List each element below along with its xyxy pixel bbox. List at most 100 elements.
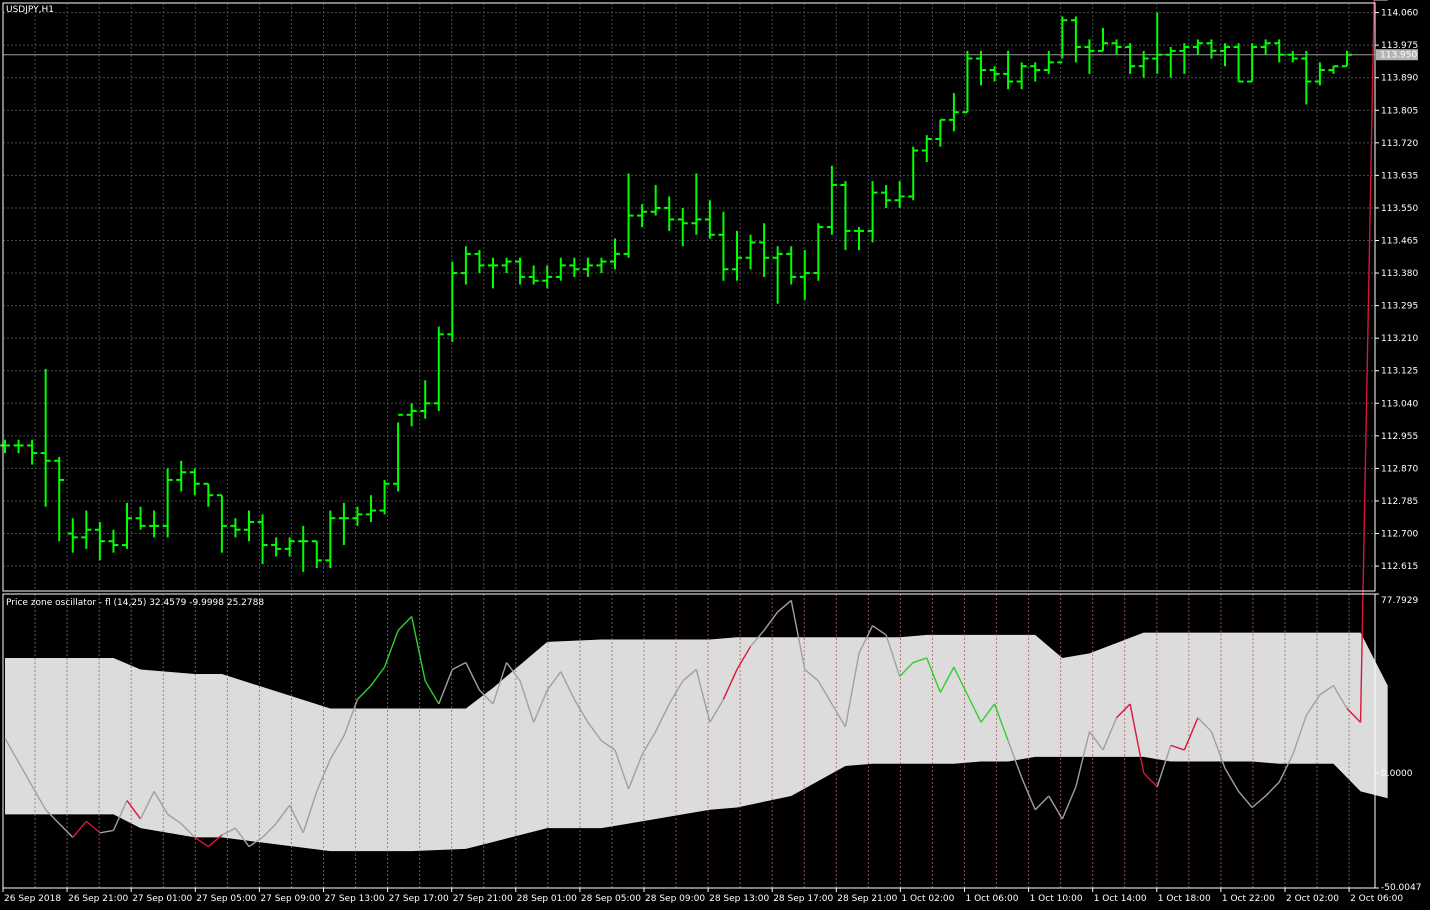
osc-segment	[1061, 786, 1077, 820]
price-tag-label: 113.950	[1380, 51, 1417, 61]
osc-segment	[777, 599, 792, 613]
ohlc-bar	[1192, 39, 1203, 55]
y-tick-label: 113.040	[1381, 399, 1418, 409]
osc-segment	[452, 661, 467, 671]
ohlc-bar	[94, 522, 105, 561]
x-tick-label: 28 Sep 05:00	[581, 894, 641, 904]
x-tick-label: 27 Sep 21:00	[453, 894, 513, 904]
osc-segment	[194, 836, 209, 848]
ohlc-bar	[772, 246, 783, 304]
ohlc-bar	[1342, 50, 1352, 68]
x-tick-label: 27 Sep 17:00	[389, 894, 449, 904]
y-tick-label: 113.210	[1381, 334, 1418, 344]
oscillator-band	[5, 632, 1388, 852]
ohlc-bar	[1003, 50, 1014, 90]
ohlc-bar	[1016, 62, 1027, 90]
y-tick-label: 112.700	[1381, 530, 1418, 540]
ohlc-bar	[1287, 50, 1298, 63]
ohlc-bar	[867, 181, 878, 243]
y-tick-label: 113.295	[1381, 302, 1418, 312]
x-tick-label: 28 Sep 17:00	[773, 894, 833, 904]
ohlc-bar	[0, 439, 10, 454]
ohlc-bar	[81, 510, 92, 549]
ohlc-bar	[1314, 62, 1325, 86]
ohlc-bar	[1057, 16, 1068, 64]
ohlc-bar	[54, 456, 65, 542]
ohlc-bar	[271, 537, 282, 557]
ohlc-bar	[244, 510, 254, 542]
ohlc-bar	[691, 173, 702, 235]
ohlc-bar	[976, 50, 986, 86]
osc-segment	[356, 685, 372, 700]
ohlc-bar	[718, 211, 729, 281]
ohlc-bar	[894, 181, 905, 208]
x-tick-label: 28 Sep 21:00	[837, 894, 897, 904]
ohlc-bar	[338, 502, 349, 546]
ohlc-bar	[596, 257, 607, 274]
ohlc-bar	[745, 234, 756, 270]
ohlc-bar	[1260, 39, 1271, 55]
ohlc-bar	[325, 510, 336, 569]
osc-segment	[1265, 781, 1280, 797]
chart-canvas: 114.060113.975113.890113.805113.720113.6…	[0, 0, 1421, 904]
y-tick-label: 113.635	[1381, 171, 1418, 181]
ohlc-bar	[474, 250, 485, 274]
ohlc-bar	[379, 479, 390, 515]
y-tick-label: 112.870	[1381, 464, 1418, 474]
osc-segment	[72, 820, 87, 838]
osc-segment	[397, 616, 413, 631]
ohlc-bar	[1070, 16, 1081, 63]
osc-segment	[85, 820, 101, 834]
ohlc-bar	[515, 257, 526, 285]
osc-segment	[438, 669, 453, 705]
x-tick-label: 1 Oct 02:00	[901, 894, 954, 904]
x-tick-label: 2 Oct 06:00	[1350, 894, 1403, 904]
osc-segment	[465, 662, 481, 691]
ohlc-bar	[542, 265, 553, 289]
ohlc-bar	[162, 468, 173, 538]
ohlc-bar	[759, 223, 770, 277]
ohlc-bar	[989, 66, 1000, 82]
x-tick-label: 1 Oct 14:00	[1094, 894, 1147, 904]
ohlc-bar	[406, 403, 417, 427]
osc-segment	[99, 829, 114, 834]
ohlc-bar	[1125, 43, 1136, 74]
ohlc-bar	[948, 93, 959, 132]
osc-segment	[1238, 790, 1253, 808]
ohlc-bar	[637, 204, 648, 228]
ohlc-bar	[881, 184, 892, 208]
x-tick-label: 26 Sep 2018	[4, 894, 61, 904]
y-tick-label: 112.615	[1381, 562, 1418, 572]
x-tick-label: 28 Sep 13:00	[709, 894, 769, 904]
x-tick-label: 1 Oct 10:00	[1030, 894, 1083, 904]
y-tick-label: 113.805	[1381, 106, 1418, 116]
ohlc-bar	[284, 537, 295, 557]
ohlc-bar	[433, 326, 444, 411]
osc-segment	[1251, 795, 1267, 809]
ohlc-bar	[840, 181, 851, 251]
ohlc-bar	[27, 439, 38, 465]
ohlc-bar	[203, 482, 214, 507]
x-tick-label: 27 Sep 09:00	[260, 894, 320, 904]
osc-y-tick-label: -50.0047	[1381, 883, 1421, 893]
ohlc-bar	[298, 525, 309, 572]
ohlc-bar	[623, 173, 634, 258]
ohlc-bar	[555, 257, 566, 281]
x-tick-label: 1 Oct 18:00	[1158, 894, 1211, 904]
osc-segment	[763, 611, 779, 631]
ohlc-bar	[189, 468, 200, 496]
x-tick-label: 1 Oct 22:00	[1222, 894, 1275, 904]
ohlc-bar	[67, 518, 78, 553]
x-tick-label: 28 Sep 09:00	[645, 894, 705, 904]
ohlc-bar	[366, 495, 376, 523]
osc-segment	[410, 616, 426, 682]
ohlc-bar	[1233, 43, 1244, 83]
ohlc-bar	[230, 518, 241, 538]
osc-segment	[1359, 0, 1375, 723]
oscillator-title: Price zone oscillator - fl (14,25) 32.45…	[6, 598, 264, 608]
y-tick-label: 113.380	[1381, 269, 1418, 279]
ohlc-bar	[962, 50, 973, 114]
y-tick-label: 113.125	[1381, 367, 1418, 377]
ohlc-bar	[1098, 27, 1108, 52]
ohlc-bar	[1206, 39, 1217, 59]
